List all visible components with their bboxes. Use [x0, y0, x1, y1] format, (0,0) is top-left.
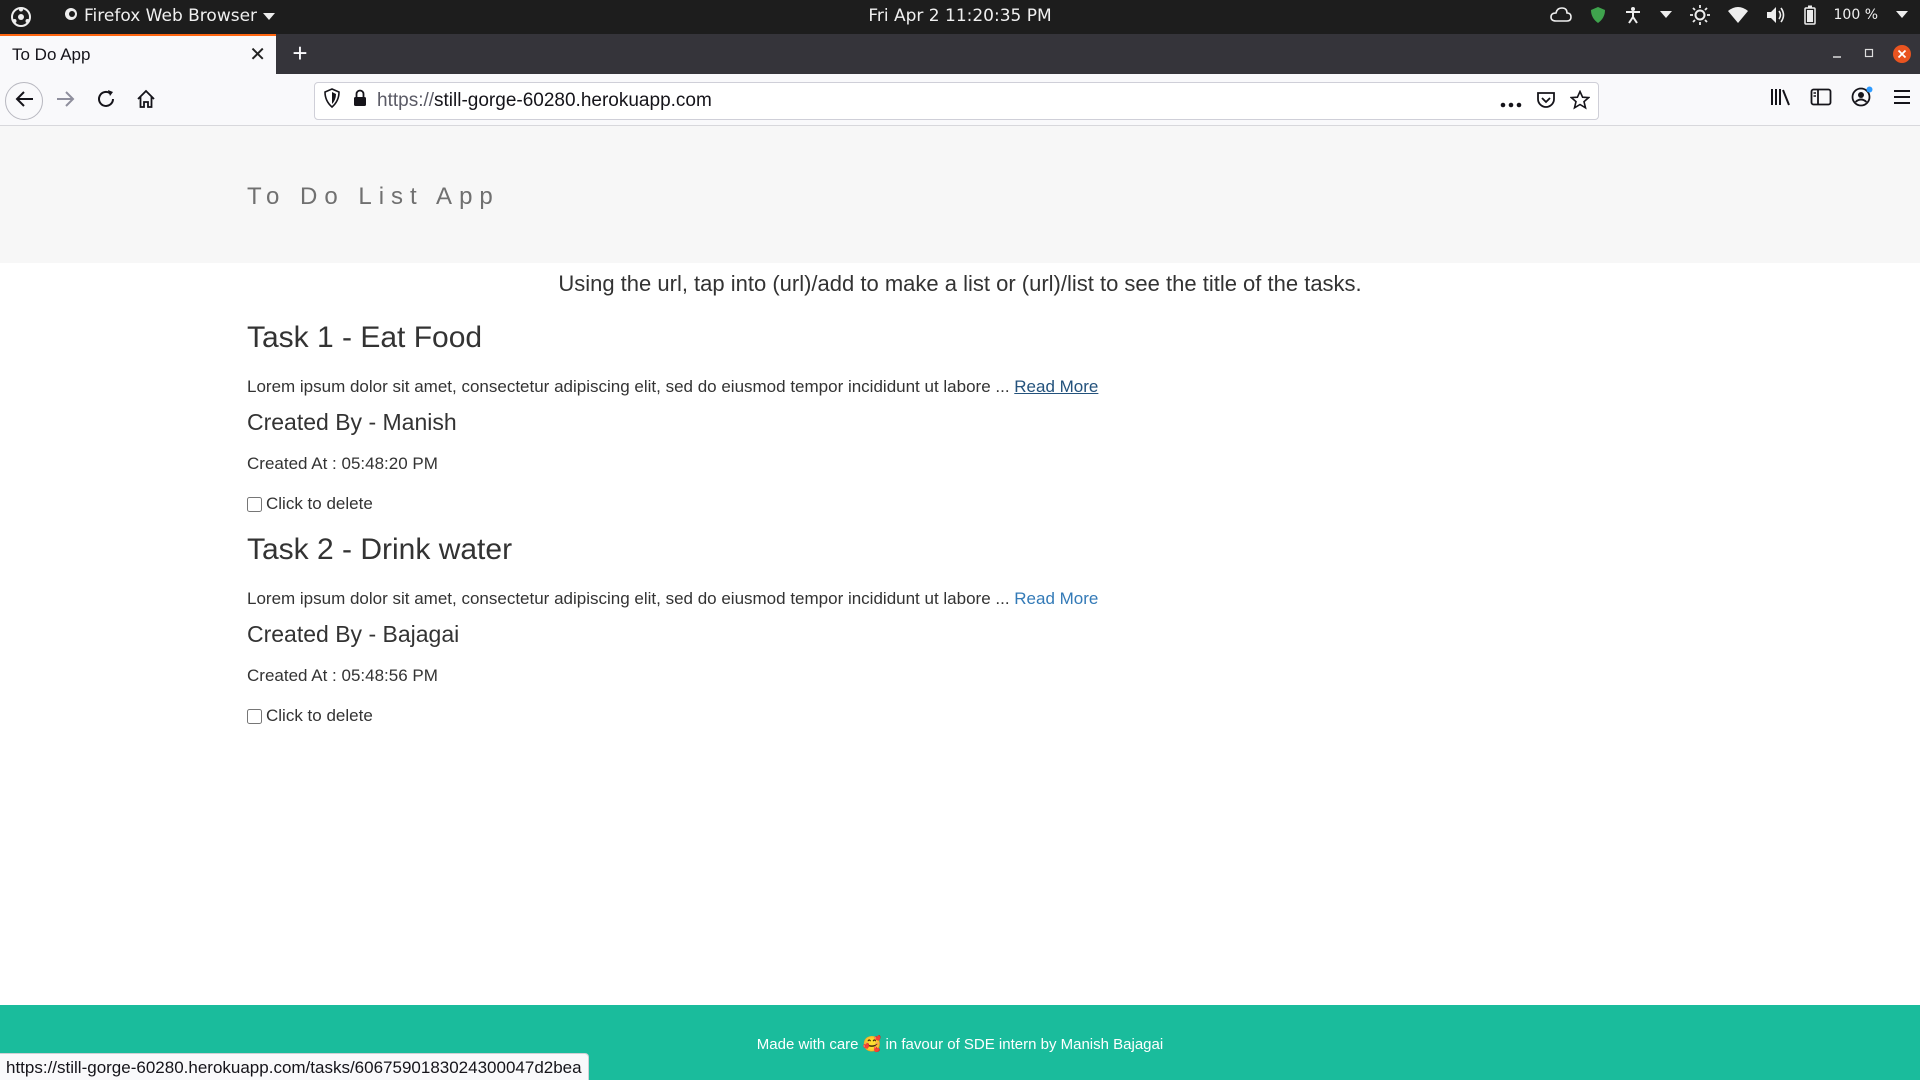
delete-checkbox[interactable]: [247, 496, 262, 512]
delete-label[interactable]: Click to delete: [266, 494, 373, 514]
new-tab-button[interactable]: +: [286, 40, 314, 68]
task-card: Task 1 - Eat Food Lorem ipsum dolor sit …: [247, 321, 1098, 514]
bookmark-star-icon[interactable]: [1569, 89, 1591, 116]
delete-task-control[interactable]: Click to delete: [247, 706, 1098, 726]
accessibility-icon[interactable]: [1624, 6, 1642, 24]
footer-text: Made with care 🥰 in favour of SDE intern…: [0, 1035, 1920, 1053]
reload-icon: [96, 89, 116, 114]
brightness-icon[interactable]: [1689, 5, 1710, 25]
hamburger-menu-icon[interactable]: [1892, 88, 1912, 111]
chevron-down-icon[interactable]: [1659, 11, 1672, 19]
close-tab-icon[interactable]: ✕: [249, 45, 266, 65]
app-brand[interactable]: To Do List App: [247, 183, 500, 211]
system-top-bar: Firefox Web Browser Fri Apr 2 11:20:35 P…: [0, 0, 1920, 34]
sidebar-icon[interactable]: [1810, 87, 1832, 112]
arrow-left-icon: [14, 90, 34, 113]
header-banner: To Do List App: [0, 126, 1920, 263]
link-status-bar: https://still-gorge-60280.herokuapp.com/…: [0, 1053, 589, 1080]
chevron-down-icon[interactable]: [1896, 11, 1908, 19]
forward-button[interactable]: [47, 82, 85, 120]
wifi-icon[interactable]: [1727, 7, 1748, 23]
task-title: Task 2 - Drink water: [247, 533, 513, 566]
library-icon[interactable]: [1770, 87, 1792, 112]
tab-bar: To Do App ✕ +: [0, 34, 1920, 74]
close-window-icon[interactable]: [1892, 44, 1912, 63]
tab-active[interactable]: To Do App ✕: [0, 34, 276, 74]
pocket-icon[interactable]: [1536, 90, 1556, 116]
tracking-shield-icon[interactable]: [323, 88, 341, 114]
cloud-icon[interactable]: [1549, 7, 1572, 23]
page-actions-icon[interactable]: [1500, 92, 1522, 114]
delete-task-control[interactable]: Click to delete: [247, 494, 1098, 514]
system-tray[interactable]: 100 %: [1549, 5, 1908, 25]
shield-icon[interactable]: [1590, 6, 1606, 24]
tab-title: To Do App: [12, 45, 91, 64]
volume-icon[interactable]: [1766, 6, 1786, 24]
battery-icon[interactable]: [1803, 5, 1816, 25]
read-more-link[interactable]: Read More: [1014, 377, 1098, 396]
task-created-at: Created At : 05:48:56 PM: [247, 666, 438, 685]
url-host: still-gorge-60280.herokuapp.com: [434, 90, 712, 111]
task-card: Task 2 - Drink water Lorem ipsum dolor s…: [247, 533, 1098, 726]
task-description: Lorem ipsum dolor sit amet, consectetur …: [247, 589, 1098, 609]
reload-button[interactable]: [87, 82, 125, 120]
minimize-window-icon[interactable]: [1832, 46, 1842, 64]
smiling-face-hearts-icon: 🥰: [862, 1036, 882, 1053]
battery-percent: 100 %: [1833, 7, 1878, 23]
arrow-right-icon: [56, 90, 76, 113]
footer-text-after: in favour of SDE intern by Manish Bajaga…: [881, 1036, 1164, 1053]
lock-icon[interactable]: [353, 89, 367, 113]
task-description-text: Lorem ipsum dolor sit amet, consectetur …: [247, 589, 1015, 608]
delete-checkbox[interactable]: [247, 708, 262, 724]
page-content: To Do List App Using the url, tap into (…: [0, 126, 1920, 1080]
task-created-by: Created By - Manish: [247, 409, 457, 435]
home-button[interactable]: [127, 82, 165, 120]
footer-text-before: Made with care: [756, 1036, 863, 1053]
task-description: Lorem ipsum dolor sit amet, consectetur …: [247, 377, 1098, 397]
delete-label[interactable]: Click to delete: [266, 706, 373, 726]
task-description-text: Lorem ipsum dolor sit amet, consectetur …: [247, 377, 1015, 396]
url-protocol: https://: [377, 90, 435, 111]
task-created-by: Created By - Bajagai: [247, 621, 460, 647]
url-bar[interactable]: https://still-gorge-60280.herokuapp.com: [314, 82, 1599, 120]
instructions-text: Using the url, tap into (url)/add to mak…: [558, 271, 1362, 296]
home-icon: [136, 89, 156, 114]
task-title: Task 1 - Eat Food: [247, 321, 483, 354]
nav-toolbar: https://still-gorge-60280.herokuapp.com: [0, 74, 1920, 126]
account-icon[interactable]: [1850, 86, 1874, 113]
read-more-link[interactable]: Read More: [1014, 589, 1098, 608]
task-created-at: Created At : 05:48:20 PM: [247, 454, 438, 473]
maximize-window-icon[interactable]: [1864, 46, 1874, 64]
back-button[interactable]: [5, 82, 43, 120]
